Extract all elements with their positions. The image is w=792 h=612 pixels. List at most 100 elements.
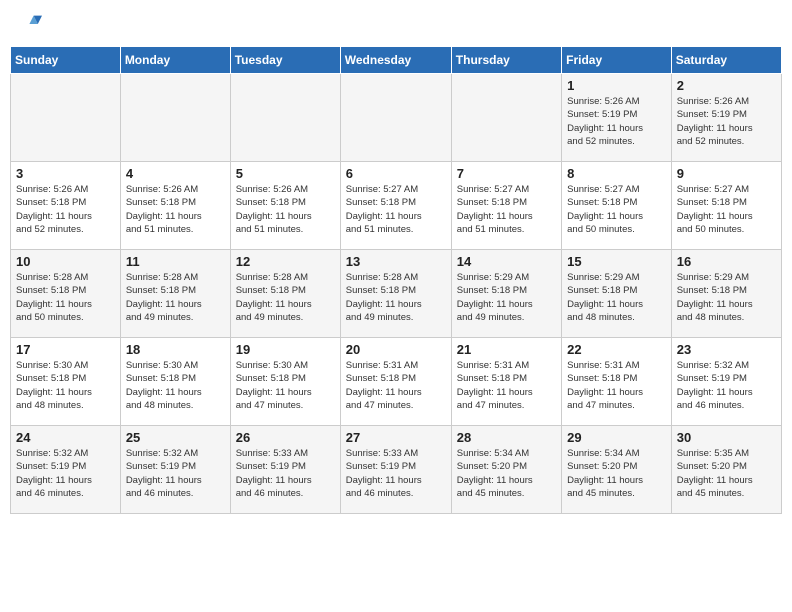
day-number: 2 — [677, 78, 776, 93]
day-number: 14 — [457, 254, 556, 269]
day-info: Sunrise: 5:26 AM Sunset: 5:19 PM Dayligh… — [677, 95, 776, 148]
day-number: 19 — [236, 342, 335, 357]
calendar-cell: 22 Sunrise: 5:31 AM Sunset: 5:18 PM Dayli… — [562, 338, 672, 426]
day-info: Sunrise: 5:30 AM Sunset: 5:18 PM Dayligh… — [236, 359, 335, 412]
calendar-cell: 27 Sunrise: 5:33 AM Sunset: 5:19 PM Dayli… — [340, 426, 451, 514]
day-number: 28 — [457, 430, 556, 445]
calendar-cell: 28 Sunrise: 5:34 AM Sunset: 5:20 PM Dayli… — [451, 426, 561, 514]
calendar-table: SundayMondayTuesdayWednesdayThursdayFrid… — [10, 46, 782, 514]
day-number: 22 — [567, 342, 666, 357]
calendar-cell: 26Sunrise: 5:33 AM Sunset: 5:19 PM Dayli… — [230, 426, 340, 514]
day-number: 17 — [16, 342, 115, 357]
header-cell-thursday: Thursday — [451, 47, 561, 74]
calendar-cell: 2 Sunrise: 5:26 AM Sunset: 5:19 PM Daylig… — [671, 74, 781, 162]
header-cell-sunday: Sunday — [11, 47, 121, 74]
day-info: Sunrise: 5:31 AM Sunset: 5:18 PM Dayligh… — [346, 359, 446, 412]
calendar-cell — [340, 74, 451, 162]
page-header — [10, 10, 782, 38]
day-info: Sunrise: 5:32 AM Sunset: 5:19 PM Dayligh… — [16, 447, 115, 500]
week-row-3: 10 Sunrise: 5:28 AM Sunset: 5:18 PM Dayli… — [11, 250, 782, 338]
day-info: Sunrise: 5:27 AM Sunset: 5:18 PM Dayligh… — [457, 183, 556, 236]
header-cell-monday: Monday — [120, 47, 230, 74]
calendar-header: SundayMondayTuesdayWednesdayThursdayFrid… — [11, 47, 782, 74]
day-number: 24 — [16, 430, 115, 445]
calendar-cell: 12 Sunrise: 5:28 AM Sunset: 5:18 PM Dayli… — [230, 250, 340, 338]
calendar-cell: 11 Sunrise: 5:28 AM Sunset: 5:18 PM Dayli… — [120, 250, 230, 338]
day-info: Sunrise: 5:29 AM Sunset: 5:18 PM Dayligh… — [567, 271, 666, 324]
day-info: Sunrise: 5:28 AM Sunset: 5:18 PM Dayligh… — [346, 271, 446, 324]
day-number: 5 — [236, 166, 335, 181]
calendar-cell: 1Sunrise: 5:26 AM Sunset: 5:19 PM Daylig… — [562, 74, 672, 162]
day-number: 20 — [346, 342, 446, 357]
calendar-cell: 10 Sunrise: 5:28 AM Sunset: 5:18 PM Dayli… — [11, 250, 121, 338]
day-info: Sunrise: 5:27 AM Sunset: 5:18 PM Dayligh… — [567, 183, 666, 236]
week-row-1: 1Sunrise: 5:26 AM Sunset: 5:19 PM Daylig… — [11, 74, 782, 162]
calendar-cell: 23 Sunrise: 5:32 AM Sunset: 5:19 PM Dayli… — [671, 338, 781, 426]
calendar-cell: 5 Sunrise: 5:26 AM Sunset: 5:18 PM Daylig… — [230, 162, 340, 250]
day-number: 29 — [567, 430, 666, 445]
calendar-cell — [230, 74, 340, 162]
calendar-cell: 13 Sunrise: 5:28 AM Sunset: 5:18 PM Dayli… — [340, 250, 451, 338]
calendar-cell — [11, 74, 121, 162]
header-cell-saturday: Saturday — [671, 47, 781, 74]
day-number: 27 — [346, 430, 446, 445]
calendar-cell — [120, 74, 230, 162]
day-number: 21 — [457, 342, 556, 357]
day-info: Sunrise: 5:32 AM Sunset: 5:19 PM Dayligh… — [677, 359, 776, 412]
day-number: 23 — [677, 342, 776, 357]
header-row: SundayMondayTuesdayWednesdayThursdayFrid… — [11, 47, 782, 74]
logo — [14, 10, 46, 38]
calendar-cell: 18Sunrise: 5:30 AM Sunset: 5:18 PM Dayli… — [120, 338, 230, 426]
day-number: 6 — [346, 166, 446, 181]
calendar-body: 1Sunrise: 5:26 AM Sunset: 5:19 PM Daylig… — [11, 74, 782, 514]
day-number: 3 — [16, 166, 115, 181]
day-number: 8 — [567, 166, 666, 181]
day-info: Sunrise: 5:27 AM Sunset: 5:18 PM Dayligh… — [346, 183, 446, 236]
day-number: 4 — [126, 166, 225, 181]
calendar-cell: 25Sunrise: 5:32 AM Sunset: 5:19 PM Dayli… — [120, 426, 230, 514]
day-number: 25 — [126, 430, 225, 445]
calendar-cell: 8 Sunrise: 5:27 AM Sunset: 5:18 PM Daylig… — [562, 162, 672, 250]
day-info: Sunrise: 5:26 AM Sunset: 5:19 PM Dayligh… — [567, 95, 666, 148]
day-info: Sunrise: 5:29 AM Sunset: 5:18 PM Dayligh… — [677, 271, 776, 324]
calendar-cell: 3Sunrise: 5:26 AM Sunset: 5:18 PM Daylig… — [11, 162, 121, 250]
day-info: Sunrise: 5:31 AM Sunset: 5:18 PM Dayligh… — [567, 359, 666, 412]
header-cell-wednesday: Wednesday — [340, 47, 451, 74]
header-cell-friday: Friday — [562, 47, 672, 74]
day-info: Sunrise: 5:26 AM Sunset: 5:18 PM Dayligh… — [126, 183, 225, 236]
day-info: Sunrise: 5:29 AM Sunset: 5:18 PM Dayligh… — [457, 271, 556, 324]
calendar-cell: 9Sunrise: 5:27 AM Sunset: 5:18 PM Daylig… — [671, 162, 781, 250]
calendar-cell: 19 Sunrise: 5:30 AM Sunset: 5:18 PM Dayli… — [230, 338, 340, 426]
calendar-cell: 6 Sunrise: 5:27 AM Sunset: 5:18 PM Daylig… — [340, 162, 451, 250]
calendar-cell: 4 Sunrise: 5:26 AM Sunset: 5:18 PM Daylig… — [120, 162, 230, 250]
calendar-cell: 21 Sunrise: 5:31 AM Sunset: 5:18 PM Dayli… — [451, 338, 561, 426]
week-row-2: 3 Sunrise: 5:26 AM Sunset: 5:18 PM Daylig… — [11, 162, 782, 250]
calendar-cell: 30 Sunrise: 5:35 AM Sunset: 5:20 PM Dayli… — [671, 426, 781, 514]
day-info: Sunrise: 5:31 AM Sunset: 5:18 PM Dayligh… — [457, 359, 556, 412]
day-number: 11 — [126, 254, 225, 269]
calendar-cell: 24 Sunrise: 5:32 AM Sunset: 5:19 PM Dayli… — [11, 426, 121, 514]
day-info: Sunrise: 5:28 AM Sunset: 5:18 PM Dayligh… — [236, 271, 335, 324]
day-info: Sunrise: 5:28 AM Sunset: 5:18 PM Dayligh… — [126, 271, 225, 324]
day-info: Sunrise: 5:34 AM Sunset: 5:20 PM Dayligh… — [567, 447, 666, 500]
calendar-cell: 15Sunrise: 5:29 AM Sunset: 5:18 PM Dayli… — [562, 250, 672, 338]
day-number: 16 — [677, 254, 776, 269]
day-info: Sunrise: 5:35 AM Sunset: 5:20 PM Dayligh… — [677, 447, 776, 500]
day-info: Sunrise: 5:27 AM Sunset: 5:18 PM Dayligh… — [677, 183, 776, 236]
calendar-cell — [451, 74, 561, 162]
logo-icon — [14, 10, 42, 38]
day-number: 30 — [677, 430, 776, 445]
day-number: 10 — [16, 254, 115, 269]
day-info: Sunrise: 5:26 AM Sunset: 5:18 PM Dayligh… — [236, 183, 335, 236]
day-info: Sunrise: 5:30 AM Sunset: 5:18 PM Dayligh… — [16, 359, 115, 412]
day-number: 13 — [346, 254, 446, 269]
day-number: 12 — [236, 254, 335, 269]
day-number: 18 — [126, 342, 225, 357]
day-info: Sunrise: 5:33 AM Sunset: 5:19 PM Dayligh… — [346, 447, 446, 500]
calendar-cell: 14 Sunrise: 5:29 AM Sunset: 5:18 PM Dayli… — [451, 250, 561, 338]
day-info: Sunrise: 5:34 AM Sunset: 5:20 PM Dayligh… — [457, 447, 556, 500]
week-row-4: 17 Sunrise: 5:30 AM Sunset: 5:18 PM Dayli… — [11, 338, 782, 426]
calendar-cell: 16 Sunrise: 5:29 AM Sunset: 5:18 PM Dayli… — [671, 250, 781, 338]
day-info: Sunrise: 5:28 AM Sunset: 5:18 PM Dayligh… — [16, 271, 115, 324]
day-number: 26 — [236, 430, 335, 445]
